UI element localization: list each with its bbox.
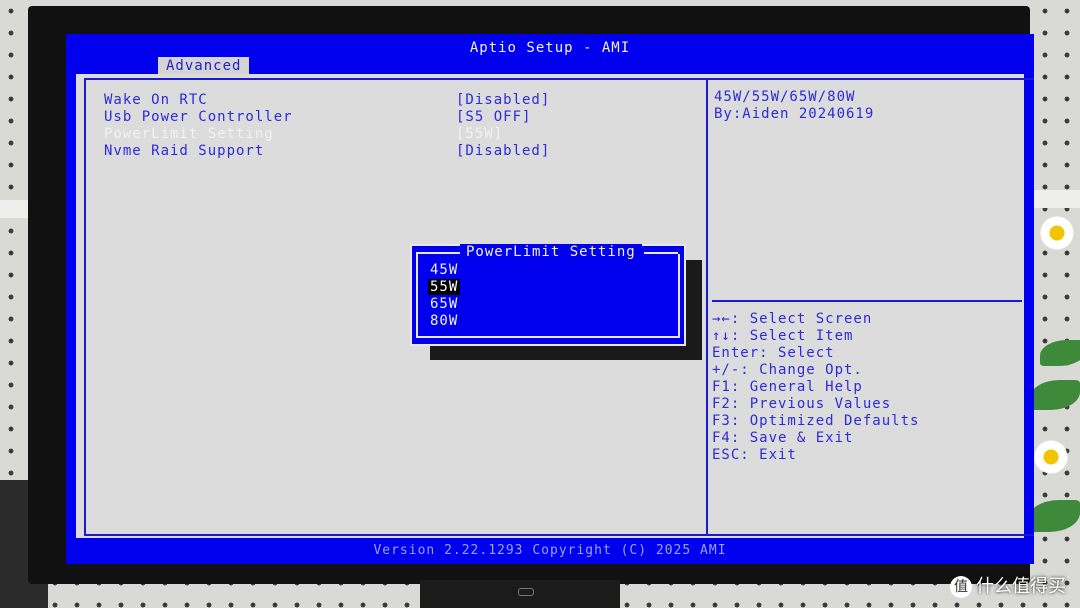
watermark-logo-icon: 值 [950,576,972,598]
setting-wake-on-rtc-label[interactable]: Wake On RTC [104,92,208,108]
monitor: Aptio Setup - AMI Advanced Wake On RTC [… [28,6,1034,584]
popup-option-45w[interactable]: 45W [428,262,460,278]
powerlimit-popup: PowerLimit Setting 45W 55W 65W 80W [410,244,686,346]
key-help-esc: ESC: Exit [712,447,797,463]
key-help-enter: Enter: Select [712,345,835,361]
setting-wake-on-rtc-value[interactable]: [Disabled] [456,92,550,108]
popup-title: PowerLimit Setting [460,244,642,260]
help-frame [706,78,1034,536]
bios-screen: Aptio Setup - AMI Advanced Wake On RTC [… [66,34,1034,564]
help-text-line: 45W/55W/65W/80W [714,89,856,105]
version-footer: Version 2.22.1293 Copyright (C) 2025 AMI [373,543,727,558]
setting-nvme-raid-label[interactable]: Nvme Raid Support [104,143,264,159]
setting-powerlimit-value[interactable]: [55W] [456,126,503,142]
popup-option-80w[interactable]: 80W [428,313,460,329]
help-divider [712,300,1022,302]
setting-powerlimit-label[interactable]: PowerLimit Setting [104,126,274,142]
setting-nvme-raid-value[interactable]: [Disabled] [456,143,550,159]
daisy-flower [1034,440,1068,474]
tab-advanced[interactable]: Advanced [158,57,250,75]
bios-title: Aptio Setup - AMI [469,40,631,56]
key-help-f4: F4: Save & Exit [712,430,854,446]
watermark-text: 什么值得买 [976,576,1066,597]
setting-usb-power-controller-label[interactable]: Usb Power Controller [104,109,293,125]
watermark: 值什么值得买 [950,572,1066,598]
popup-option-65w[interactable]: 65W [428,296,460,312]
key-help-f1: F1: General Help [712,379,863,395]
key-help-f2: F2: Previous Values [712,396,892,412]
popup-option-55w[interactable]: 55W [428,279,461,295]
key-help-f3: F3: Optimized Defaults [712,413,920,429]
monitor-button [518,588,534,596]
setting-usb-power-controller-value[interactable]: [S5 OFF] [456,109,531,125]
help-text-line: By:Aiden 20240619 [714,106,875,122]
key-help-select-screen: →←: Select Screen [712,311,873,327]
key-help-change-opt: +/-: Change Opt. [712,362,863,378]
daisy-flower [1040,216,1074,250]
key-help-select-item: ↑↓: Select Item [712,328,854,344]
